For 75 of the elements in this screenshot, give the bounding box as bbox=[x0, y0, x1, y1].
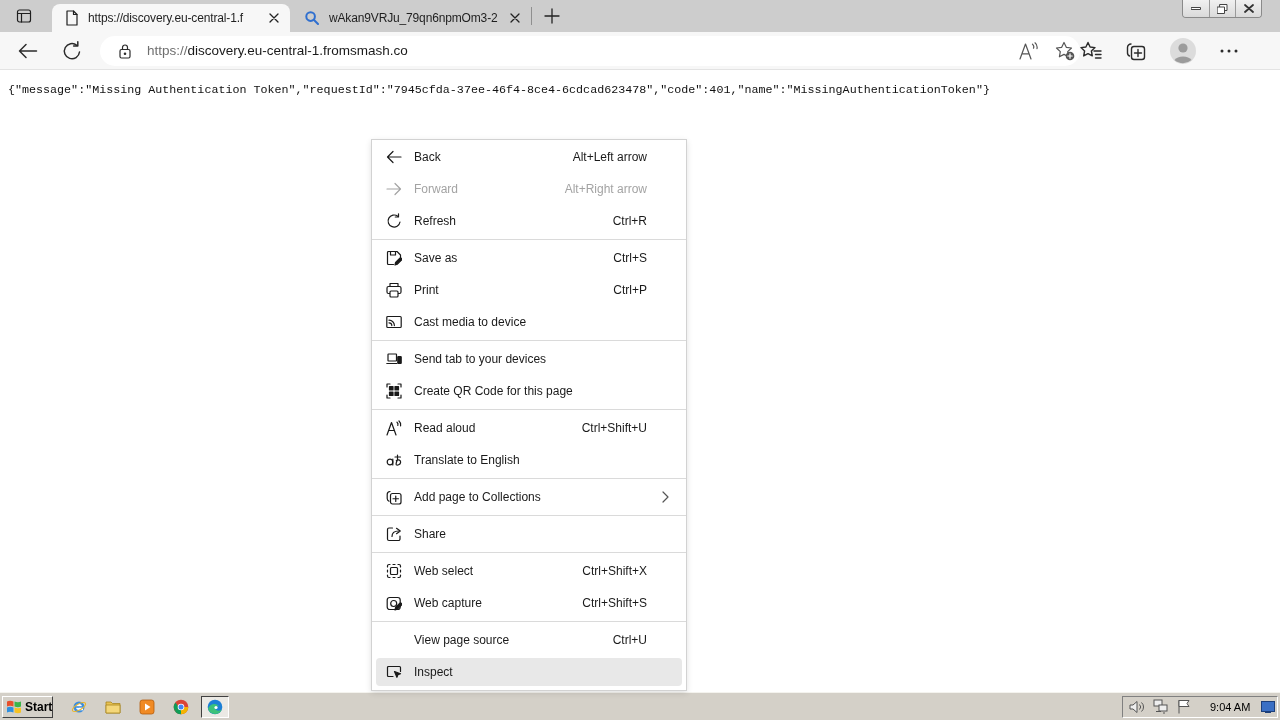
laptop-phone-icon bbox=[386, 351, 402, 367]
keyboard-shortcut: Ctrl+U bbox=[612, 633, 647, 647]
browser-icon bbox=[173, 698, 189, 715]
screen-cursor-icon bbox=[386, 664, 402, 680]
restore-button[interactable] bbox=[1209, 0, 1235, 17]
menu-item[interactable]: Save as Ctrl+S bbox=[376, 244, 682, 272]
close-button[interactable] bbox=[1235, 0, 1261, 17]
page-icon bbox=[66, 10, 78, 26]
start-button[interactable]: Start bbox=[2, 695, 53, 718]
translate-icon bbox=[386, 452, 402, 468]
share-icon bbox=[386, 526, 402, 542]
folder-icon bbox=[105, 698, 121, 715]
menu-item[interactable]: Web capture Ctrl+Shift+S bbox=[376, 589, 682, 617]
close-icon bbox=[1243, 4, 1254, 13]
qr-code-icon bbox=[386, 383, 402, 399]
restore-icon bbox=[1217, 3, 1228, 14]
flag-logo-icon bbox=[6, 699, 22, 714]
more-icon[interactable] bbox=[1220, 48, 1238, 53]
tab[interactable]: wAkan9VRJu_79qn6npmOm3-2 bbox=[291, 4, 531, 32]
minimize-button[interactable] bbox=[1183, 0, 1209, 17]
right-arrow-icon bbox=[386, 181, 402, 197]
menu-item[interactable]: Refresh Ctrl+R bbox=[376, 207, 682, 235]
collections-icon[interactable] bbox=[1126, 40, 1146, 61]
keyboard-shortcut: Ctrl+P bbox=[613, 283, 647, 297]
menu-item[interactable]: View page source Ctrl+U bbox=[376, 626, 682, 654]
browser-icon bbox=[207, 698, 223, 715]
menu-item[interactable]: Create QR Code for this page bbox=[376, 377, 682, 405]
keyboard-shortcut: Ctrl+Shift+X bbox=[582, 564, 647, 578]
printer-icon bbox=[386, 282, 402, 298]
avatar-icon[interactable] bbox=[1170, 37, 1196, 64]
camera-pencil-icon bbox=[386, 595, 402, 611]
close-icon[interactable] bbox=[269, 13, 279, 23]
clock-text: 9:04 AM bbox=[1210, 700, 1251, 713]
menu-item[interactable]: Web select Ctrl+Shift+X bbox=[376, 557, 682, 585]
menu-item[interactable]: Translate to English bbox=[376, 446, 682, 474]
collections-add-icon bbox=[386, 489, 402, 505]
minimize-icon bbox=[1191, 7, 1201, 10]
web-select-icon bbox=[386, 563, 402, 579]
keyboard-shortcut: Ctrl+S bbox=[613, 251, 647, 265]
close-icon[interactable] bbox=[510, 13, 520, 23]
flag-icon[interactable] bbox=[1177, 699, 1191, 714]
menu-item[interactable]: Read aloud Ctrl+Shift+U bbox=[376, 414, 682, 442]
tab[interactable]: https://discovery.eu-central-1.f bbox=[52, 4, 290, 32]
cast-icon bbox=[386, 314, 402, 330]
menu-item[interactable]: Send tab to your devices bbox=[376, 345, 682, 373]
read-aloud-icon[interactable] bbox=[1019, 41, 1039, 60]
lock-icon[interactable] bbox=[119, 42, 131, 59]
floppy-pencil-icon bbox=[386, 250, 402, 266]
menu-item[interactable]: Cast media to device bbox=[376, 308, 682, 336]
sidebar-window-icon[interactable] bbox=[16, 8, 32, 24]
refresh-icon bbox=[386, 213, 402, 229]
keyboard-shortcut: Ctrl+Shift+S bbox=[582, 596, 647, 610]
favorite-add-icon[interactable] bbox=[1055, 40, 1075, 61]
plus-icon[interactable] bbox=[544, 8, 560, 24]
keyboard-shortcut: Ctrl+R bbox=[612, 214, 647, 228]
keyboard-shortcut: Alt+Right arrow bbox=[564, 182, 647, 196]
keyboard-shortcut: Ctrl+Shift+U bbox=[581, 421, 647, 435]
response-text: {"message":"Missing Authentication Token","requestId":"7945cfda-37ee-46f4-8ce4-6cdcad623478","code":401,"name":"MissingAuthenticationToken"} bbox=[8, 83, 991, 97]
favorites-icon[interactable] bbox=[1080, 40, 1102, 61]
speaker-icon[interactable] bbox=[1129, 699, 1145, 714]
menu-item[interactable]: Back Alt+Left arrow bbox=[376, 143, 682, 171]
menu-item[interactable]: Print Ctrl+P bbox=[376, 276, 682, 304]
network-icon[interactable] bbox=[1153, 699, 1169, 714]
taskbar-app-button[interactable] bbox=[201, 695, 229, 718]
refresh-icon[interactable] bbox=[62, 40, 82, 61]
left-arrow-icon bbox=[386, 149, 402, 165]
search-icon bbox=[305, 11, 319, 25]
address-field[interactable]: https://discovery.eu-central-1.fromsmash.co bbox=[100, 35, 1080, 66]
menu-item[interactable]: Share bbox=[376, 520, 682, 548]
menu-item[interactable]: Add page to Collections bbox=[376, 483, 682, 511]
keyboard-shortcut: Alt+Left arrow bbox=[572, 150, 647, 164]
menu-item[interactable]: Inspect bbox=[376, 658, 682, 686]
media-player-icon bbox=[139, 698, 155, 715]
read-aloud-icon bbox=[386, 420, 402, 436]
show-desktop-icon[interactable] bbox=[1261, 700, 1275, 713]
